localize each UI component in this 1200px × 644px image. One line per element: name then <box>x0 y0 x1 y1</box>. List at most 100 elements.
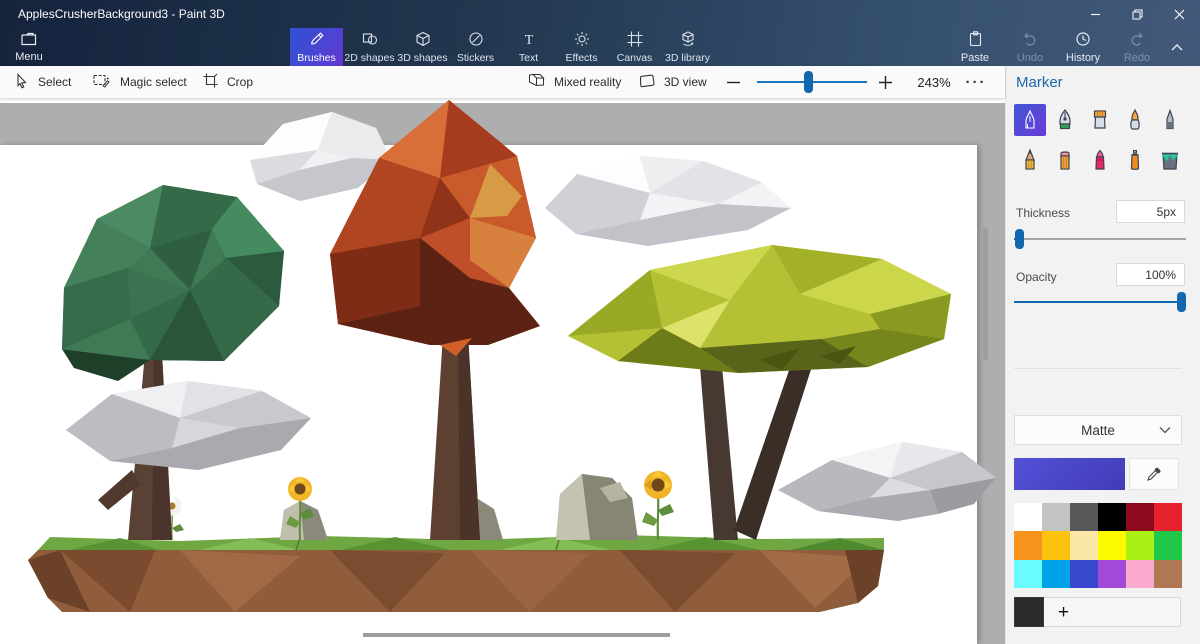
menu-button[interactable]: Menu <box>6 28 52 66</box>
finish-dropdown[interactable]: Matte <box>1014 415 1182 445</box>
header: ApplesCrusherBackground3 - Paint 3D Menu… <box>0 0 1200 66</box>
palette-swatch[interactable] <box>1154 503 1182 531</box>
ribbon-tabs: Brushes 2D shapes 3D shapes Stickers T T… <box>290 28 714 66</box>
square-circle-icon <box>362 31 378 50</box>
vertical-scrollbar[interactable] <box>983 228 988 360</box>
palette-swatch[interactable] <box>1126 503 1154 531</box>
palette-swatch[interactable] <box>1126 560 1154 588</box>
palette-swatch[interactable] <box>1098 531 1126 559</box>
zoom-slider[interactable] <box>757 66 867 98</box>
palette-swatch[interactable] <box>1014 503 1042 531</box>
cube-icon <box>415 31 431 50</box>
crop-icon <box>203 73 218 91</box>
collapse-ribbon-button[interactable] <box>1162 28 1192 66</box>
tab-stickers[interactable]: Stickers <box>449 28 502 66</box>
sun-icon <box>574 31 590 50</box>
palette-grid <box>1014 503 1182 588</box>
brush-icon <box>309 31 325 50</box>
brush-eraser[interactable] <box>1049 144 1081 176</box>
side-panel: Marker <box>1005 66 1200 644</box>
opacity-slider-fill <box>1014 301 1186 303</box>
undo-icon <box>1022 31 1038 50</box>
panel-divider <box>1014 368 1182 369</box>
text-icon: T <box>521 31 537 50</box>
brush-watercolor[interactable] <box>1119 104 1151 136</box>
opacity-slider-thumb[interactable] <box>1177 292 1186 312</box>
window-title: ApplesCrusherBackground3 - Paint 3D <box>18 7 225 21</box>
zoom-in-button[interactable] <box>878 66 893 98</box>
opacity-input[interactable] <box>1116 263 1185 286</box>
palette-swatch[interactable] <box>1098 503 1126 531</box>
brush-pencil[interactable] <box>1014 144 1046 176</box>
options-bar: Select Magic select Crop Mixed reality 3… <box>0 66 1005 98</box>
opacity-slider[interactable] <box>1014 292 1186 312</box>
custom-color-swatch[interactable] <box>1014 597 1044 627</box>
thickness-input[interactable] <box>1116 200 1185 223</box>
select-button[interactable]: Select <box>14 66 71 98</box>
thickness-slider[interactable] <box>1014 229 1186 249</box>
palette-swatch[interactable] <box>1070 503 1098 531</box>
palette-swatch[interactable] <box>1042 531 1070 559</box>
zoom-level[interactable]: 243% <box>908 66 960 98</box>
main-area: Select Magic select Crop Mixed reality 3… <box>0 66 1005 644</box>
add-color-button[interactable]: + <box>1058 603 1069 622</box>
zoom-out-button[interactable] <box>726 66 741 98</box>
brush-fill[interactable] <box>1154 144 1186 176</box>
drawing-canvas[interactable] <box>0 145 977 644</box>
opacity-label: Opacity <box>1016 270 1057 284</box>
paint3d-window: ApplesCrusherBackground3 - Paint 3D Menu… <box>0 0 1200 644</box>
current-color-swatch[interactable] <box>1014 458 1125 490</box>
panel-title: Marker <box>1016 74 1063 91</box>
view-3d-icon <box>638 74 655 91</box>
palette-swatch[interactable] <box>1098 560 1126 588</box>
zoom-slider-thumb[interactable] <box>804 71 813 93</box>
palette-swatch[interactable] <box>1070 531 1098 559</box>
cursor-icon <box>14 73 29 92</box>
brush-oil-brush[interactable] <box>1084 104 1116 136</box>
history-icon <box>1075 31 1091 50</box>
minimize-button[interactable] <box>1074 0 1116 28</box>
workspace <box>0 98 1005 644</box>
undo-button[interactable]: Undo <box>1007 28 1053 66</box>
custom-color-row: + <box>1014 597 1181 627</box>
thickness-slider-thumb[interactable] <box>1015 229 1024 249</box>
palette-swatch[interactable] <box>1154 531 1182 559</box>
paste-button[interactable]: Paste <box>952 28 998 66</box>
palette-swatch[interactable] <box>1070 560 1098 588</box>
brush-grid <box>1014 104 1192 176</box>
tab-canvas[interactable]: Canvas <box>608 28 661 66</box>
tab-text[interactable]: T Text <box>502 28 555 66</box>
view-3d-button[interactable]: 3D view <box>638 66 707 98</box>
eyedropper-button[interactable] <box>1129 458 1179 490</box>
tab-3d-library[interactable]: 3D library <box>661 28 714 66</box>
brush-pixel-pen[interactable] <box>1154 104 1186 136</box>
thickness-label: Thickness <box>1016 206 1070 220</box>
palette-swatch[interactable] <box>1014 560 1042 588</box>
palette-swatch[interactable] <box>1042 560 1070 588</box>
palette-swatch[interactable] <box>1042 503 1070 531</box>
brush-calligraphy-pen[interactable] <box>1049 104 1081 136</box>
horizontal-scrollbar[interactable] <box>363 633 670 637</box>
tab-brushes[interactable]: Brushes <box>290 28 343 66</box>
more-options-button[interactable]: ··· <box>958 66 994 98</box>
history-button[interactable]: History <box>1060 28 1106 66</box>
tab-3d-shapes[interactable]: 3D shapes <box>396 28 449 66</box>
palette-swatch[interactable] <box>1014 531 1042 559</box>
brush-spray-can[interactable] <box>1119 144 1151 176</box>
paste-icon <box>968 31 983 50</box>
close-button[interactable] <box>1158 0 1200 28</box>
palette-swatch[interactable] <box>1126 531 1154 559</box>
brush-marker[interactable] <box>1014 104 1046 136</box>
magic-select-icon <box>93 73 111 91</box>
magic-select-button[interactable]: Magic select <box>93 66 187 98</box>
brush-crayon[interactable] <box>1084 144 1116 176</box>
tab-effects[interactable]: Effects <box>555 28 608 66</box>
restore-button[interactable] <box>1116 0 1158 28</box>
crop-button[interactable]: Crop <box>203 66 253 98</box>
redo-icon <box>1129 31 1145 50</box>
tab-2d-shapes[interactable]: 2D shapes <box>343 28 396 66</box>
redo-button[interactable]: Redo <box>1114 28 1160 66</box>
palette-swatch[interactable] <box>1154 560 1182 588</box>
sticker-icon <box>468 31 484 50</box>
mixed-reality-button[interactable]: Mixed reality <box>528 66 621 98</box>
